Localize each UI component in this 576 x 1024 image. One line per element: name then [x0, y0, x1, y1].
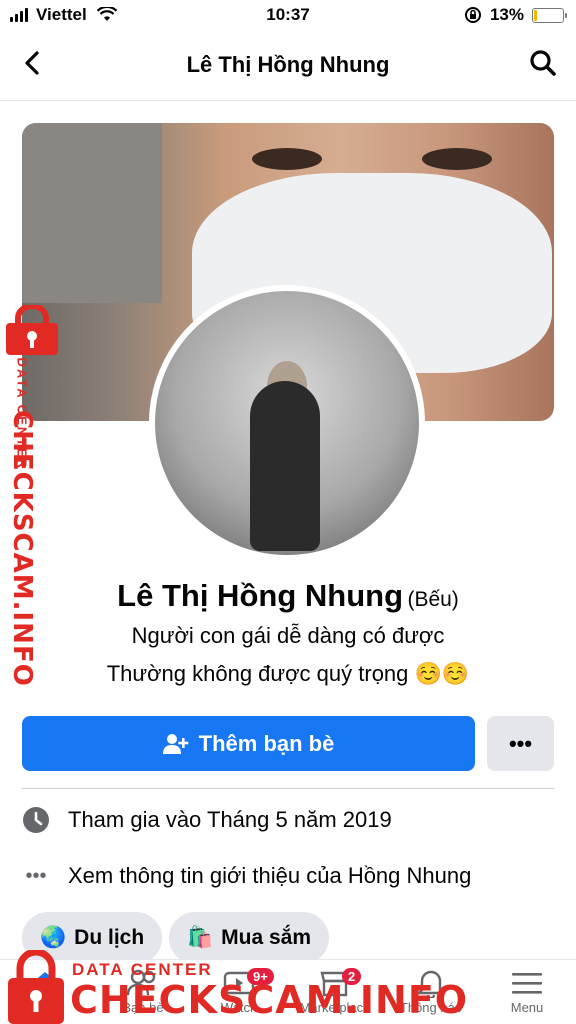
- watermark-side: DATA CENTER CHECKSCAM.INFO: [2, 305, 62, 687]
- add-friend-label: Thêm bạn bè: [198, 730, 335, 756]
- status-right: 13%: [464, 5, 567, 25]
- more-dots-icon: •••: [508, 730, 533, 756]
- avatar-detail: [250, 381, 320, 551]
- page-title: Lê Thị Hồng Nhung: [186, 52, 390, 77]
- battery-icon: [532, 7, 567, 23]
- cover-background: [22, 123, 162, 303]
- info-row-about[interactable]: ••• Xem thông tin giới thiệu của Hồng Nh…: [22, 862, 471, 890]
- cover-detail: [252, 148, 322, 170]
- watermark-bottom: DATA CENTER CHECKSCAM.INFO: [0, 948, 576, 1024]
- profile-name-row: Lê Thị Hồng Nhung (Bếu): [0, 578, 576, 614]
- cover-detail: [422, 148, 492, 170]
- info-row-joined: Tham gia vào Tháng 5 năm 2019: [22, 806, 392, 834]
- chip-label: Du lịch: [74, 926, 145, 949]
- battery-percent: 13%: [489, 5, 524, 24]
- clock-icon: [23, 807, 49, 833]
- watermark-brand: CHECKSCAM.INFO: [70, 978, 469, 1022]
- profile-picture-image: [155, 291, 419, 555]
- divider: [22, 788, 554, 789]
- lock-icon: [8, 950, 64, 1024]
- rotation-lock-icon: [464, 7, 481, 23]
- bio-line: Thường không được quý trọng ☺️☺️: [106, 661, 470, 686]
- add-friend-button[interactable]: Thêm bạn bè: [22, 716, 475, 771]
- profile-nickname: (Bếu): [407, 588, 459, 611]
- add-friend-icon: [162, 733, 188, 754]
- profile-name: Lê Thị Hồng Nhung: [117, 578, 403, 613]
- shopping-bag-icon: 🛍️: [187, 926, 214, 949]
- lock-icon: [6, 305, 58, 355]
- more-dots-icon: •••: [25, 864, 47, 887]
- chip-label: Mua sắm: [221, 926, 312, 949]
- info-text: Tham gia vào Tháng 5 năm 2019: [68, 807, 392, 832]
- globe-icon: 🌏: [40, 926, 67, 949]
- search-icon[interactable]: [528, 48, 558, 78]
- profile-picture[interactable]: [149, 285, 425, 561]
- status-bar: Viettel 10:37 13%: [0, 0, 576, 30]
- more-options-button[interactable]: •••: [487, 716, 554, 771]
- info-text: Xem thông tin giới thiệu của Hồng Nhung: [68, 863, 472, 888]
- watermark-tagline: DATA CENTER: [72, 960, 213, 979]
- nav-bar: Lê Thị Hồng Nhung: [0, 30, 576, 101]
- bio-line: Người con gái dễ dàng có được: [131, 623, 445, 648]
